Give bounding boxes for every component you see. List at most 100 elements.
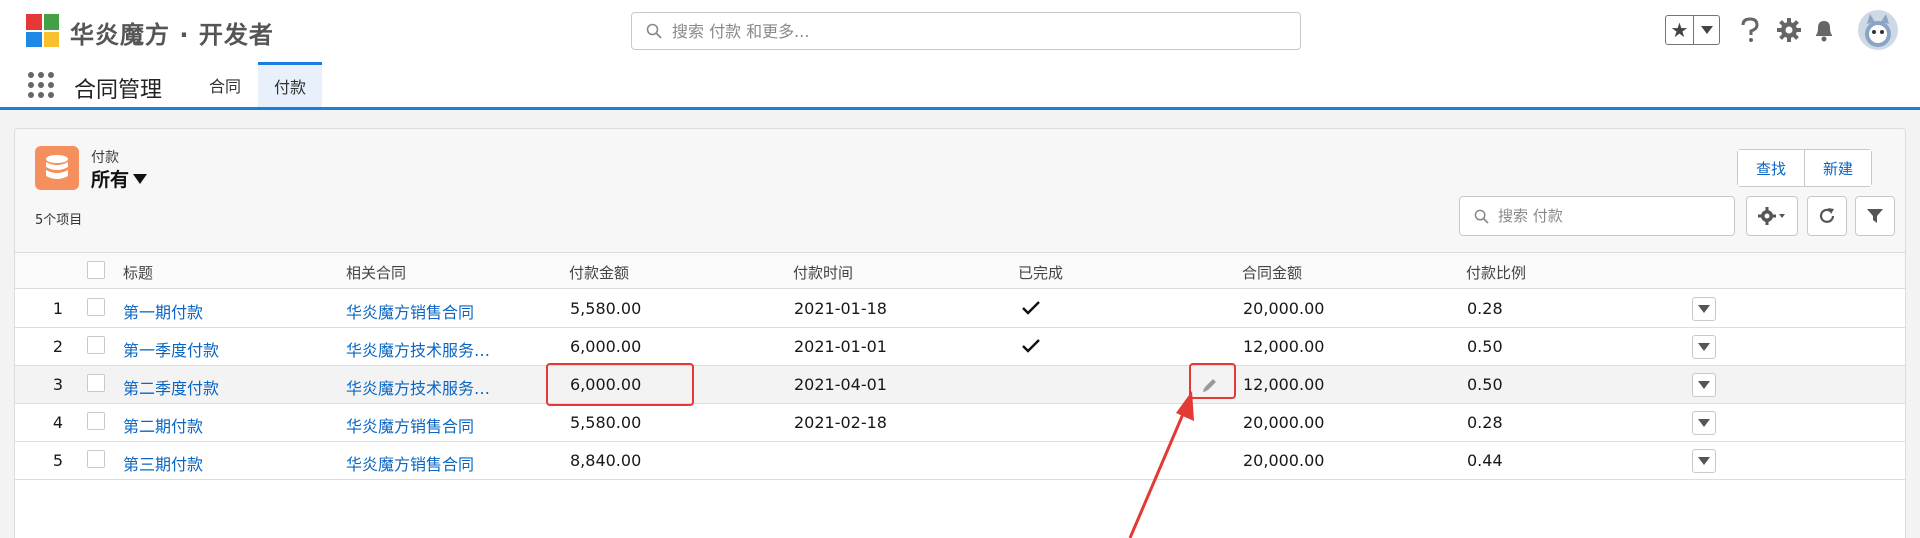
row-actions-button[interactable] [1692, 297, 1716, 321]
app-launcher-icon[interactable] [28, 72, 54, 98]
database-icon [35, 146, 79, 190]
row-actions-button[interactable] [1692, 373, 1716, 397]
row-checkbox[interactable] [87, 412, 105, 430]
top-header: 华炎魔方 · 开发者 ★ [0, 0, 1920, 62]
list-view-selector[interactable]: 所有 [91, 165, 148, 192]
row-number: 1 [52, 299, 63, 318]
payment-amount: 8,840.00 [570, 451, 642, 470]
column-header-done[interactable]: 已完成 [1018, 262, 1063, 283]
payment-title-link[interactable]: 第二期付款 [123, 413, 203, 437]
checkmark-icon [1022, 339, 1040, 353]
payment-title-link[interactable]: 第二季度付款 [123, 375, 219, 399]
column-header-title[interactable]: 标题 [123, 262, 153, 283]
table-row[interactable]: 5 第三期付款 华炎魔方销售合同 8,840.00 20,000.00 0.44 [15, 442, 1905, 480]
new-button[interactable]: 新建 [1804, 150, 1872, 186]
app-name: 合同管理 [74, 78, 163, 103]
list-search[interactable] [1459, 196, 1735, 236]
contract-amount: 12,000.00 [1243, 375, 1325, 394]
global-search[interactable] [631, 12, 1301, 50]
row-actions-button[interactable] [1692, 335, 1716, 359]
chevron-down-icon [1698, 381, 1710, 389]
annotation-arrow-icon [1128, 391, 1194, 538]
contract-link[interactable]: 华炎魔方技术服务… [346, 337, 490, 361]
column-header-ratio[interactable]: 付款比例 [1466, 262, 1526, 283]
row-number: 4 [52, 413, 63, 432]
caret-down-icon [133, 173, 148, 184]
select-all-checkbox[interactable] [87, 261, 105, 279]
payment-date: 2021-01-01 [794, 337, 887, 356]
table-header: 标题 相关合同 付款金额 付款时间 已完成 合同金额 付款比例 [15, 253, 1905, 289]
payment-title-link[interactable]: 第三期付款 [123, 451, 203, 475]
list-view-card: 付款 所有 5个项目 查找 新建 标题 相关合同 付款金额 付款时间 已完成 [14, 128, 1906, 538]
row-actions-button[interactable] [1692, 411, 1716, 435]
list-search-input[interactable] [1498, 205, 1728, 227]
contract-amount: 20,000.00 [1243, 451, 1325, 470]
payment-date: 2021-04-01 [794, 375, 887, 394]
chevron-down-icon [1698, 343, 1710, 351]
payment-ratio: 0.44 [1467, 451, 1503, 470]
find-button[interactable]: 查找 [1738, 150, 1805, 186]
column-header-contract-amount[interactable]: 合同金额 [1242, 262, 1302, 283]
refresh-icon [1819, 208, 1835, 223]
row-number: 2 [52, 337, 63, 356]
global-search-input[interactable] [672, 19, 1272, 43]
user-avatar[interactable] [1858, 10, 1898, 50]
payment-title-link[interactable]: 第一季度付款 [123, 337, 219, 361]
list-view-name: 所有 [91, 169, 130, 191]
row-checkbox[interactable] [87, 374, 105, 392]
table-row[interactable]: 2 第一季度付款 华炎魔方技术服务… 6,000.00 2021-01-01 1… [15, 328, 1905, 366]
row-checkbox[interactable] [87, 336, 105, 354]
checkmark-icon [1022, 301, 1040, 315]
contract-amount: 20,000.00 [1243, 299, 1325, 318]
table-row[interactable]: 3 第二季度付款 华炎魔方技术服务… 6,000.00 2021-04-01 1… [15, 366, 1905, 404]
chevron-down-icon [1698, 419, 1710, 427]
contract-link[interactable]: 华炎魔方销售合同 [346, 413, 474, 437]
item-count: 5个项目 [35, 213, 83, 228]
table-row[interactable]: 4 第二期付款 华炎魔方销售合同 5,580.00 2021-02-18 20,… [15, 404, 1905, 442]
tab-contracts[interactable]: 合同 [193, 62, 257, 107]
payment-amount: 6,000.00 [570, 337, 642, 356]
contract-link[interactable]: 华炎魔方销售合同 [346, 299, 474, 323]
payment-title-link[interactable]: 第一期付款 [123, 299, 203, 323]
chevron-down-icon[interactable] [1694, 16, 1719, 44]
help-icon[interactable] [1736, 16, 1764, 44]
annotation-box-amount [546, 363, 694, 406]
list-settings-button[interactable] [1746, 196, 1798, 236]
contract-amount: 20,000.00 [1243, 413, 1325, 432]
column-header-amount[interactable]: 付款金额 [569, 262, 629, 283]
table-row[interactable]: 1 第一期付款 华炎魔方销售合同 5,580.00 2021-01-18 20,… [15, 290, 1905, 328]
search-icon [646, 23, 662, 39]
payment-ratio: 0.50 [1467, 337, 1503, 356]
app-logo-icon [26, 14, 59, 47]
tab-payments[interactable]: 付款 [258, 62, 323, 107]
gear-icon[interactable] [1775, 16, 1803, 44]
row-checkbox[interactable] [87, 450, 105, 468]
bell-icon[interactable] [1810, 16, 1838, 44]
payment-ratio: 0.28 [1467, 299, 1503, 318]
payment-date: 2021-02-18 [794, 413, 887, 432]
filter-icon [1867, 209, 1883, 223]
star-icon: ★ [1666, 16, 1694, 44]
row-checkbox[interactable] [87, 298, 105, 316]
payment-date: 2021-01-18 [794, 299, 887, 318]
column-header-date[interactable]: 付款时间 [793, 262, 853, 283]
brand-title: 华炎魔方 · 开发者 [70, 21, 274, 49]
object-label: 付款 [91, 150, 119, 166]
payment-ratio: 0.28 [1467, 413, 1503, 432]
app-nav-bar: 合同管理 合同 付款 [0, 62, 1920, 110]
contract-link[interactable]: 华炎魔方技术服务… [346, 375, 490, 399]
payment-ratio: 0.50 [1467, 375, 1503, 394]
contract-link[interactable]: 华炎魔方销售合同 [346, 451, 474, 475]
contract-amount: 12,000.00 [1243, 337, 1325, 356]
filter-button[interactable] [1855, 196, 1895, 236]
row-number: 3 [52, 375, 63, 394]
chevron-down-icon [1698, 457, 1710, 465]
row-number: 5 [52, 451, 63, 470]
search-icon [1474, 209, 1489, 224]
list-actions: 查找 新建 [1737, 149, 1873, 187]
list-view-header: 付款 所有 5个项目 查找 新建 [15, 129, 1905, 253]
favorites-button[interactable]: ★ [1665, 15, 1720, 45]
refresh-button[interactable] [1807, 196, 1847, 236]
row-actions-button[interactable] [1692, 449, 1716, 473]
column-header-contract[interactable]: 相关合同 [346, 262, 406, 283]
